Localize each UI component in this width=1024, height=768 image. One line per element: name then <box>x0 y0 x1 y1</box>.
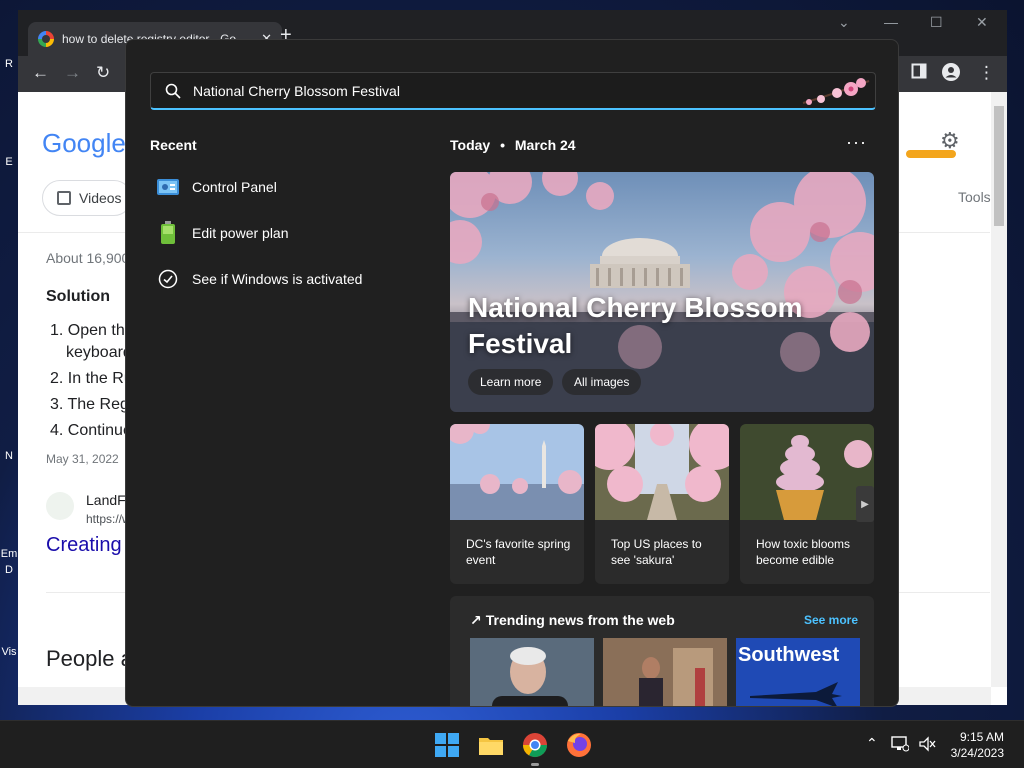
step-text: 1. Open the <box>50 322 134 339</box>
back-button[interactable]: ← <box>32 63 49 83</box>
result-date: May 31, 2022 <box>46 452 119 466</box>
news-portrait-image[interactable] <box>470 638 594 707</box>
side-panel-icon[interactable] <box>911 63 927 84</box>
recent-item-label: See if Windows is activated <box>192 271 363 287</box>
source-url[interactable]: https://w <box>86 512 131 526</box>
separator-dot: • <box>500 137 505 153</box>
menu-icon[interactable]: ⋮ <box>978 63 995 83</box>
windows-start-icon[interactable] <box>433 731 461 759</box>
airplane-icon <box>750 682 842 706</box>
desktop-icon-label[interactable]: E <box>0 156 18 168</box>
tab-search-button[interactable]: ⌄ <box>838 14 850 31</box>
card-caption: Top US places to see 'sakura' <box>611 537 702 567</box>
blossom-ice-cream-image <box>740 424 874 520</box>
windows-search-panel: National Cherry Blossom Festival Recent … <box>125 39 899 707</box>
all-images-button[interactable]: All images <box>562 369 642 395</box>
next-arrow-icon[interactable]: ▶ <box>856 486 874 522</box>
file-explorer-icon[interactable] <box>477 731 505 759</box>
maximize-button[interactable]: ☐ <box>930 14 943 31</box>
card-caption: DC's favorite spring event <box>466 537 571 567</box>
results-count: About 16,900 <box>46 250 130 266</box>
search-input[interactable]: National Cherry Blossom Festival <box>150 72 876 110</box>
story-card[interactable]: DC's favorite spring event <box>450 424 584 584</box>
solution-heading: Solution <box>46 288 110 305</box>
profile-icon[interactable] <box>942 63 960 86</box>
recent-item-label: Edit power plan <box>192 225 289 241</box>
network-icon[interactable] <box>891 736 909 752</box>
today-header: Today • March 24 <box>450 137 576 153</box>
washington-monument-image <box>450 424 584 520</box>
google-favicon-icon <box>38 31 54 47</box>
date-label: March 24 <box>514 137 576 153</box>
trending-title-text: Trending news from the web <box>485 612 675 628</box>
step-text: keyboard <box>66 344 132 361</box>
trending-section: ↗ Trending news from the web See more Sou… <box>450 596 874 707</box>
card-caption: How toxic blooms become edible <box>756 537 851 567</box>
videos-tab-label: Videos <box>79 190 122 206</box>
news-southwest-image[interactable]: Southwest <box>736 638 860 706</box>
tools-button[interactable]: Tools <box>958 189 991 205</box>
recent-item-label: Control Panel <box>192 179 277 195</box>
recent-item-power-plan[interactable]: Edit power plan <box>156 218 416 248</box>
vertical-scrollbar[interactable] <box>991 92 1007 687</box>
southwest-logo-text: Southwest <box>738 644 840 666</box>
cherry-blossom-decoration-icon <box>802 78 870 105</box>
search-query-text: National Cherry Blossom Festival <box>193 82 400 99</box>
forward-button[interactable]: → <box>64 63 81 83</box>
scrollbar-thumb[interactable] <box>994 106 1004 226</box>
taskbar-clock[interactable]: 9:15 AM 3/24/2023 <box>951 729 1004 761</box>
source-name[interactable]: LandF <box>86 492 126 508</box>
step-text: 3. The Reg <box>50 396 129 413</box>
battery-icon <box>156 221 180 245</box>
desktop-icon-label[interactable]: Em <box>0 548 18 560</box>
see-more-link[interactable]: See more <box>804 613 858 627</box>
clock-date: 3/24/2023 <box>950 746 1004 760</box>
show-hidden-icons-chevron-up-icon[interactable]: ⌃ <box>866 735 878 752</box>
hero-card[interactable]: National Cherry Blossom Festival Learn m… <box>450 172 874 412</box>
desktop-icon-label[interactable]: D <box>0 564 18 576</box>
desktop-icon-label[interactable]: Vis <box>0 646 18 658</box>
settings-gear-icon[interactable]: ⚙ <box>940 128 960 154</box>
videos-tab[interactable]: Videos <box>42 180 132 216</box>
story-card[interactable]: Top US places to see 'sakura' <box>595 424 729 584</box>
today-label: Today <box>450 137 491 153</box>
volume-muted-icon[interactable] <box>918 736 936 752</box>
reload-button[interactable]: ↻ <box>96 63 110 83</box>
hero-title: National Cherry Blossom Festival <box>468 292 803 359</box>
video-icon <box>57 191 71 205</box>
clock-time: 9:15 AM <box>959 730 1004 744</box>
site-favicon-icon <box>46 492 74 520</box>
desktop-icon-label[interactable]: N <box>0 450 18 462</box>
control-panel-icon <box>156 175 180 199</box>
people-also-ask-heading: People a <box>46 646 133 671</box>
firefox-icon[interactable] <box>565 731 593 759</box>
story-card[interactable]: How toxic blooms become edible <box>740 424 874 584</box>
recent-item-windows-activated[interactable]: See if Windows is activated <box>156 264 416 294</box>
check-circle-icon <box>156 267 180 291</box>
result-link[interactable]: Creating <box>46 534 122 557</box>
google-logo[interactable]: Google <box>42 128 126 159</box>
close-window-button[interactable]: ✕ <box>976 14 988 31</box>
minimize-button[interactable]: — <box>884 14 898 30</box>
recent-item-control-panel[interactable]: Control Panel <box>156 172 416 202</box>
step-text: 2. In the Ru <box>50 370 133 387</box>
chrome-icon[interactable] <box>521 731 549 759</box>
news-speaker-image[interactable] <box>603 638 727 707</box>
taskbar: ⌃ 9:15 AM 3/24/2023 <box>0 720 1024 768</box>
recent-heading: Recent <box>150 137 197 153</box>
learn-more-button[interactable]: Learn more <box>468 369 554 395</box>
search-icon <box>165 83 181 99</box>
trending-title: ↗ Trending news from the web <box>470 612 675 629</box>
sakura-path-image <box>595 424 729 520</box>
step-text: 4. Continue <box>50 422 132 439</box>
more-options-button[interactable]: ··· <box>846 132 867 153</box>
running-indicator <box>531 763 539 766</box>
trending-arrow-icon: ↗ <box>470 612 482 628</box>
desktop-icon-label[interactable]: R <box>0 58 18 70</box>
